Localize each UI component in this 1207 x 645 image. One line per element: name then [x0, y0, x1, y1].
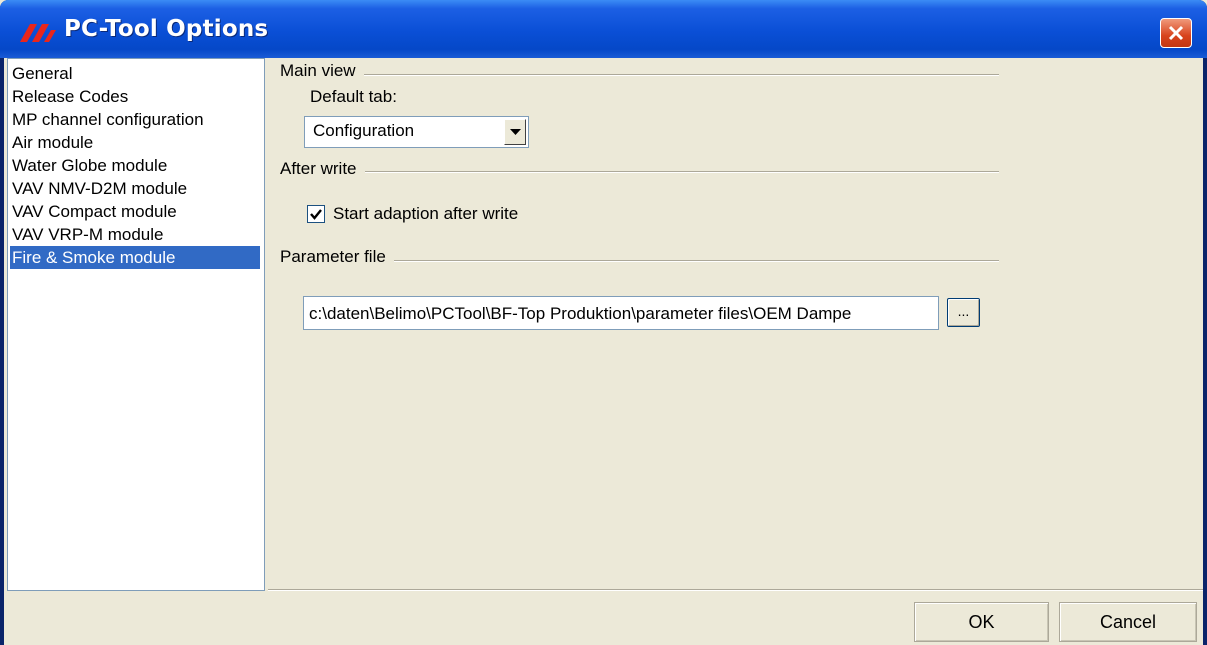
browse-button[interactable]: ... — [947, 298, 980, 327]
parameter-file-path-value: c:\daten\Belimo\PCTool\BF-Top Produktion… — [309, 304, 852, 323]
title-bar[interactable]: PC-Tool Options — [0, 0, 1207, 58]
parameter-file-heading: Parameter file — [280, 247, 394, 267]
nav-item-vav-nmv-d2m-module[interactable]: VAV NMV-D2M module — [10, 177, 260, 200]
dialog-client: General Release Codes MP channel configu… — [4, 58, 1203, 645]
close-icon — [1168, 25, 1184, 41]
belimo-logo-icon — [20, 24, 56, 42]
main-view-divider — [280, 74, 999, 76]
after-write-heading: After write — [280, 159, 365, 179]
nav-item-general[interactable]: General — [10, 62, 260, 85]
default-tab-dropdown[interactable]: Configuration — [304, 116, 529, 148]
checkmark-icon — [310, 209, 322, 220]
ok-button[interactable]: OK — [914, 602, 1049, 642]
cancel-button[interactable]: Cancel — [1059, 602, 1197, 642]
start-adaption-checkbox[interactable] — [307, 205, 325, 223]
footer-divider — [268, 589, 1203, 591]
window-title: PC-Tool Options — [64, 16, 269, 42]
default-tab-label: Default tab: — [310, 87, 397, 106]
nav-item-release-codes[interactable]: Release Codes — [10, 85, 260, 108]
main-view-heading: Main view — [280, 61, 364, 81]
nav-item-water-globe-module[interactable]: Water Globe module — [10, 154, 260, 177]
close-button[interactable] — [1160, 18, 1192, 48]
chevron-down-icon — [510, 129, 521, 135]
start-adaption-label[interactable]: Start adaption after write — [333, 204, 518, 224]
nav-item-vav-compact-module[interactable]: VAV Compact module — [10, 200, 260, 223]
default-tab-value: Configuration — [313, 121, 415, 140]
nav-item-fire-smoke-module[interactable]: Fire & Smoke module — [10, 246, 260, 269]
nav-item-mp-channel-configuration[interactable]: MP channel configuration — [10, 108, 260, 131]
options-dialog: PC-Tool Options General Release Codes MP… — [0, 0, 1207, 645]
nav-item-vav-vrp-m-module[interactable]: VAV VRP-M module — [10, 223, 260, 246]
parameter-file-path-input[interactable]: c:\daten\Belimo\PCTool\BF-Top Produktion… — [303, 296, 939, 330]
after-write-divider — [280, 171, 999, 173]
options-category-list[interactable]: General Release Codes MP channel configu… — [7, 58, 265, 591]
dropdown-button[interactable] — [504, 119, 526, 145]
nav-item-air-module[interactable]: Air module — [10, 131, 260, 154]
